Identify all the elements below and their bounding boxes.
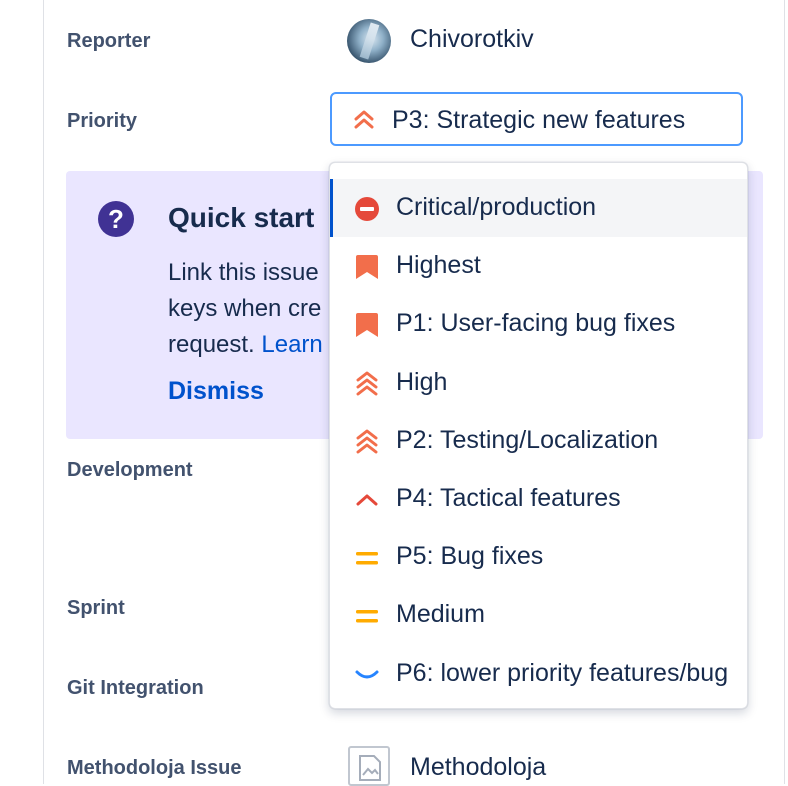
chevron-triple-up-icon [354,429,380,455]
flag-icon [354,254,380,280]
git-integration-label: Git Integration [67,677,204,699]
option-label: High [396,368,448,396]
panel-right-border [784,0,785,784]
flag-icon [354,312,380,338]
priority-option-p5[interactable]: P5: Bug fixes [330,528,747,586]
priority-label: Priority [67,110,138,132]
blocker-icon [354,196,380,222]
option-label: P6: lower priority features/bug [396,659,729,687]
methodoloja-value[interactable]: Methodoloja [410,753,546,782]
sprint-label: Sprint [67,597,125,619]
question-icon: ? [98,201,134,237]
option-label: P2: Testing/Localization [396,426,659,454]
chevron-down-icon [354,662,380,688]
priority-select[interactable]: P3: Strategic new features [330,92,743,146]
priority-option-high[interactable]: High [330,354,747,412]
priority-option-highest[interactable]: Highest [330,237,747,295]
priority-option-p4[interactable]: P4: Tactical features [330,470,747,528]
priority-select-value: P3: Strategic new features [392,106,686,134]
priority-option-medium[interactable]: Medium [330,586,747,644]
equals-icon [354,603,380,629]
option-label: Critical/production [396,193,597,221]
quick-start-line-text: request. [168,331,262,358]
priority-option-p1[interactable]: P1: User-facing bug fixes [330,295,747,353]
learn-more-link[interactable]: Learn [261,331,322,358]
option-label: P1: User-facing bug fixes [396,309,676,337]
reporter-name[interactable]: Chivorotkiv [410,25,534,54]
chevron-double-up-icon [352,108,376,132]
chevron-up-icon [354,487,380,513]
dismiss-button[interactable]: Dismiss [168,377,264,406]
methodoloja-issue-label: Methodoloja Issue [67,757,242,779]
panel-left-border [43,0,44,784]
priority-option-critical[interactable]: Critical/production [330,179,747,237]
priority-option-p2[interactable]: P2: Testing/Localization [330,412,747,470]
option-label: P4: Tactical features [396,484,621,512]
priority-dropdown: Critical/production Highest P1: User-fac… [329,162,748,709]
development-label: Development [67,459,193,481]
equals-icon [354,545,380,571]
chevron-triple-up-icon [354,371,380,397]
option-label: P5: Bug fixes [396,542,544,570]
image-placeholder-icon [348,746,390,786]
quick-start-title: Quick start [168,202,315,233]
priority-option-p6[interactable]: P6: lower priority features/bug [330,645,747,703]
reporter-avatar[interactable] [347,19,391,63]
reporter-label: Reporter [67,30,151,52]
option-label: Medium [396,600,485,628]
option-label: Highest [396,251,481,279]
